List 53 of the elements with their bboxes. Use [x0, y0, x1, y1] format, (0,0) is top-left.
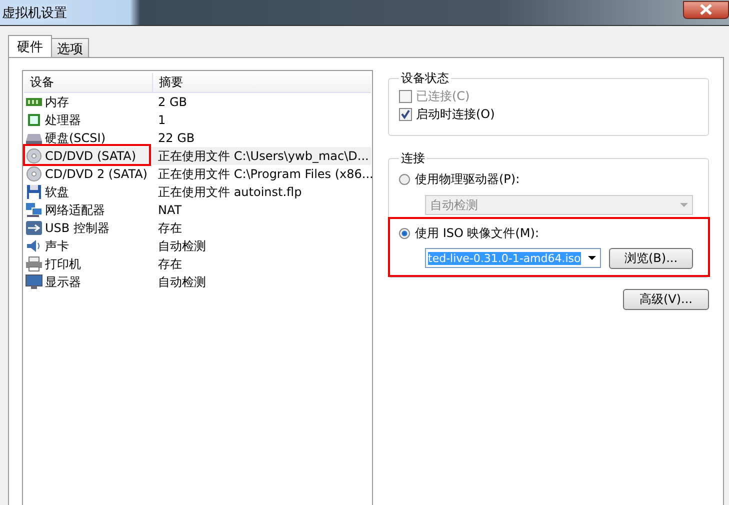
device-row[interactable]: USB 控制器 存在: [24, 219, 371, 237]
device-summary: 存在: [157, 220, 182, 236]
radio-option[interactable]: 使用 ISO 映像文件(M):: [399, 223, 698, 243]
checkmark-icon: [400, 108, 411, 120]
device-name: 网络适配器: [45, 202, 105, 218]
device-summary: 自动检测: [157, 274, 206, 290]
printer-icon: [25, 256, 43, 272]
close-icon: [699, 4, 713, 15]
disc-icon: [25, 148, 43, 164]
device-summary: 2 GB: [157, 95, 187, 109]
browse-button[interactable]: 浏览(B)...: [609, 248, 693, 269]
monitor-icon: [25, 274, 43, 290]
device-row[interactable]: 软盘 正在使用文件 autoinst.flp: [24, 183, 371, 201]
device-summary: 1: [157, 113, 166, 127]
device-row[interactable]: 硬盘(SCSI) 22 GB: [24, 129, 371, 147]
device-summary: 22 GB: [157, 131, 195, 145]
device-name: CD/DVD (SATA): [45, 149, 136, 163]
network-icon: [25, 202, 43, 218]
device-summary: 正在使用文件 autoinst.flp: [157, 184, 302, 200]
device-name: 声卡: [45, 238, 69, 254]
device-name: 打印机: [45, 256, 81, 272]
close-button[interactable]: [683, 0, 729, 18]
device-name: CD/DVD 2 (SATA): [45, 167, 148, 181]
device-summary: NAT: [157, 203, 182, 217]
advanced-button[interactable]: 高级(V)...: [623, 289, 709, 310]
group-title: 设备状态: [400, 70, 450, 87]
device-row[interactable]: 内存 2 GB: [24, 93, 371, 111]
column-header[interactable]: 摘要: [153, 73, 183, 92]
device-summary: 正在使用文件 C:\Program Files (x86...: [157, 166, 374, 182]
device-name: 内存: [45, 94, 69, 110]
chip-icon: [25, 112, 43, 128]
device-name: 硬盘(SCSI): [45, 130, 106, 146]
device-summary: 自动检测: [157, 238, 206, 254]
device-name: 处理器: [45, 112, 81, 128]
device-name: USB 控制器: [45, 220, 110, 236]
device-row[interactable]: CD/DVD 2 (SATA) 正在使用文件 C:\Program Files (x86...: [24, 165, 371, 183]
device-row[interactable]: 声卡 自动检测: [24, 237, 371, 255]
device-summary: 存在: [157, 256, 182, 272]
device-row[interactable]: 网络适配器 NAT: [24, 201, 371, 219]
column-header[interactable]: 设备: [24, 73, 153, 92]
tab[interactable]: 硬件: [8, 35, 52, 57]
device-row[interactable]: CD/DVD (SATA) 正在使用文件 C:\Users\ywb_mac\D...: [24, 147, 371, 165]
window-title: 虚拟机设置: [0, 4, 67, 22]
group-title: 连接: [400, 150, 426, 167]
tab[interactable]: 选项: [51, 38, 89, 57]
device-row[interactable]: 处理器 1: [24, 111, 371, 129]
device-name: 软盘: [45, 184, 69, 200]
device-row[interactable]: 打印机 存在: [24, 255, 371, 273]
device-row[interactable]: 显示器 自动检测: [24, 273, 371, 291]
checkbox-option[interactable]: 启动时连接(O): [399, 105, 698, 123]
device-name: 显示器: [45, 274, 81, 290]
device-summary: 正在使用文件 C:\Users\ywb_mac\D...: [157, 148, 369, 164]
disc-icon: [25, 166, 43, 182]
